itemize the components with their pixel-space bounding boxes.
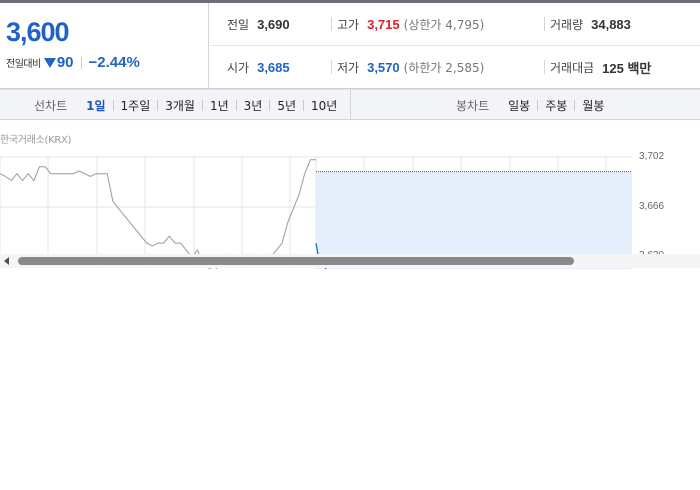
stat-divider [331,60,332,74]
lower-limit: (하한가 2,585) [403,61,485,75]
line-chart-periods: 선차트 1일 1주일 3개월 1년 3년 5년 10년 [34,90,344,120]
stat-open: 시가 3,685 [227,46,290,89]
price-summary: 3,600 전일대비 90 −2.44% 전일 3,690 고가 3,715 (… [0,3,700,89]
change-rate: −2.44% [88,54,140,71]
toolbar-divider [350,90,351,120]
stat-label: 저가 [337,61,360,75]
stat-divider [544,17,545,31]
candle-weekly[interactable]: 주봉 [538,97,574,114]
stat-divider [331,17,332,31]
scrollbar-thumb[interactable] [18,257,574,265]
period-1w[interactable]: 1주일 [114,97,158,114]
candle-chart-periods: 봉차트 일봉 주봉 월봉 [456,90,611,120]
current-price: 3,600 [6,17,70,47]
stats-row-1: 전일 3,690 고가 3,715 (상한가 4,795) 거래량 34,883 [210,3,700,46]
change-label: 전일대비 [6,59,41,70]
change-value: 90 [56,54,74,71]
stat-label: 시가 [227,61,250,75]
stat-trade-value: 거래대금 125 백만 [550,46,651,89]
stat-prev-close: 전일 3,690 [227,3,290,46]
line-chart-label: 선차트 [34,98,68,113]
data-source-label: 한국거래소(KRX) [0,135,72,146]
price-chart: 한국거래소(KRX) 3,702 3,666 3,630 [0,121,700,269]
stat-label: 전일 [227,18,250,32]
period-3y[interactable]: 3년 [237,97,270,114]
stat-label: 거래량 [550,18,584,32]
chart-plot [0,156,632,269]
change-row: 전일대비 90 −2.44% [6,54,140,71]
stat-label: 고가 [337,18,360,32]
candle-daily[interactable]: 일봉 [501,97,537,114]
current-price-box: 3,600 전일대비 90 −2.44% [0,3,209,89]
stat-value: 34,883 [591,17,631,32]
period-10y[interactable]: 10년 [304,97,344,114]
candle-chart-label: 봉차트 [456,98,490,113]
chart-toolbar: 선차트 1일 1주일 3개월 1년 3년 5년 10년 봉차트 일봉 주봉 월봉 [0,89,700,120]
period-5y[interactable]: 5년 [270,97,303,114]
stat-low: 저가 3,570 (하한가 2,585) [337,46,484,89]
stat-value: 3,685 [257,60,290,75]
stat-high: 고가 3,715 (상한가 4,795) [337,3,484,46]
period-3m[interactable]: 3개월 [158,97,202,114]
price-stats: 전일 3,690 고가 3,715 (상한가 4,795) 거래량 34,883… [210,3,700,89]
period-1d[interactable]: 1일 [79,97,112,114]
stat-volume: 거래량 34,883 [550,3,631,46]
scroll-left-arrow-icon[interactable] [4,257,9,265]
down-triangle-icon [43,57,56,68]
price-line-series [0,159,316,269]
stat-value: 3,690 [257,17,290,32]
stat-value: 125 백만 [602,61,652,76]
stat-divider [544,60,545,74]
stat-value: 3,715 [367,17,400,32]
candle-monthly[interactable]: 월봉 [575,97,611,114]
change-divider [80,56,82,69]
y-tick-label: 3,666 [639,201,665,212]
stats-row-2: 시가 3,685 저가 3,570 (하한가 2,585) 거래대금 125 백… [210,46,700,89]
period-1y[interactable]: 1년 [203,97,236,114]
upper-limit: (상한가 4,795) [403,18,485,32]
stat-value: 3,570 [367,60,400,75]
stat-label: 거래대금 [550,61,595,75]
y-tick-label: 3,702 [639,151,665,162]
